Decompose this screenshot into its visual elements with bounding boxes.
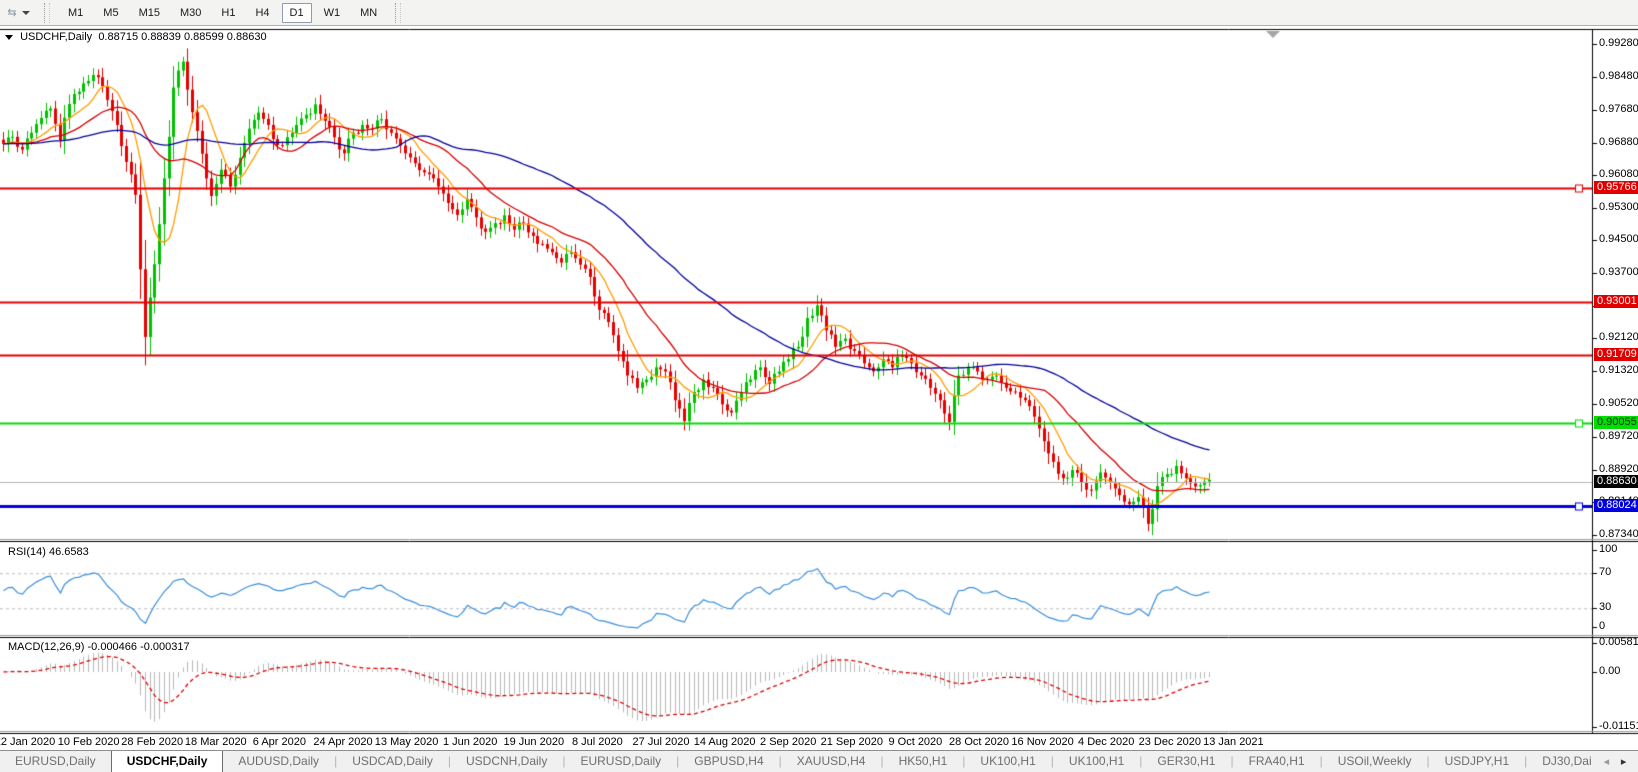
macd-signal-value: -0.000317 [140, 641, 190, 653]
chevron-down-icon[interactable] [22, 11, 30, 15]
tab-item-xauusd-h4[interactable]: XAUUSD,H4 [782, 751, 881, 772]
price-level-badge[interactable]: 0.93001 [1594, 295, 1638, 308]
macd-main-value: -0.000466 [87, 641, 137, 653]
price-tick-label: 0.94500 [1599, 233, 1638, 245]
tab-item-usdcad-daily[interactable]: USDCAD,Daily [337, 751, 448, 772]
timeframe-button-m30[interactable]: M30 [172, 3, 209, 23]
ohlc-open: 0.88715 [98, 31, 138, 43]
ohlc-close: 0.88630 [227, 31, 267, 43]
tab-item-gbpusd-h4[interactable]: GBPUSD,H4 [679, 751, 778, 772]
ohlc-low: 0.88599 [184, 31, 224, 43]
date-label: 6 Apr 2020 [253, 736, 306, 748]
macd-tick-label: 0.00 [1599, 665, 1620, 677]
price-tick-label: 0.96080 [1599, 168, 1638, 180]
tab-scroll-left-icon[interactable]: ◂ [1604, 755, 1610, 768]
rsi-name: RSI(14) [8, 546, 46, 558]
price-tick-label: 0.96880 [1599, 136, 1638, 148]
date-label: 21 Sep 2020 [821, 736, 883, 748]
tab-scroll-controls: ◂ ▸ [1592, 751, 1638, 772]
date-label: 24 Apr 2020 [313, 736, 372, 748]
tab-item-ger30-h1[interactable]: GER30,H1 [1142, 751, 1230, 772]
price-tick-label: 0.87340 [1599, 528, 1638, 540]
date-label: 22 Jan 2020 [0, 736, 55, 748]
chart-title: USDCHF,Daily 0.88715 0.88839 0.88599 0.8… [5, 31, 267, 43]
price-level-badge[interactable]: 0.88024 [1594, 499, 1638, 512]
tab-item-usdjpy-h1[interactable]: USDJPY,H1 [1430, 751, 1524, 772]
timeframe-button-m1[interactable]: M1 [60, 3, 91, 23]
rsi-value: 46.6583 [49, 546, 89, 558]
rsi-indicator-label: RSI(14) 46.6583 [8, 546, 89, 558]
price-tick-label: 0.95300 [1599, 201, 1638, 213]
date-label: 28 Oct 2020 [949, 736, 1009, 748]
price-tick-label: 0.91320 [1599, 364, 1638, 376]
date-label: 23 Dec 2020 [1139, 736, 1201, 748]
tab-item-eurusd-daily[interactable]: EURUSD,Daily [0, 751, 111, 772]
price-tick-label: 0.99280 [1599, 37, 1638, 49]
tab-item-usoil-weekly[interactable]: USOil,Weekly [1323, 751, 1427, 772]
tab-item-uk100-h1[interactable]: UK100,H1 [1054, 751, 1139, 772]
price-level-badge[interactable]: 0.95766 [1594, 181, 1638, 194]
price-tick-label: 0.98480 [1599, 70, 1638, 82]
date-label: 27 Jul 2020 [633, 736, 690, 748]
date-label: 9 Oct 2020 [888, 736, 942, 748]
price-tick-label: 0.97680 [1599, 103, 1638, 115]
chart-menu-triangle-icon[interactable] [5, 35, 13, 40]
date-label: 1 Jun 2020 [443, 736, 497, 748]
date-label: 10 Feb 2020 [58, 736, 120, 748]
date-label: 8 Jul 2020 [572, 736, 623, 748]
current-price-badge: 0.88630 [1594, 475, 1638, 488]
tab-item-usdchf-daily[interactable]: USDCHF,Daily [111, 751, 224, 772]
rsi-tick-label: 100 [1599, 543, 1617, 555]
price-tick-label: 0.92120 [1599, 331, 1638, 343]
price-tick-label: 0.93700 [1599, 266, 1638, 278]
symbol-period-label: USDCHF,Daily [20, 31, 92, 43]
date-label: 13 May 2020 [375, 736, 439, 748]
timeframe-button-h1[interactable]: H1 [213, 3, 243, 23]
timeframe-button-d1[interactable]: D1 [282, 3, 312, 23]
date-label: 19 Jun 2020 [504, 736, 565, 748]
macd-tick-label: 0.005818 [1599, 636, 1638, 648]
tab-item-audusd-daily[interactable]: AUDUSD,Daily [223, 751, 334, 772]
chart-tools-icon[interactable]: ⇆ [4, 6, 20, 20]
rsi-tick-label: 70 [1599, 566, 1611, 578]
chart-tab-bar: EURUSD,DailyUSDCHF,DailyAUDUSD,Daily|USD… [0, 750, 1638, 772]
macd-tick-label: -0.011514 [1599, 720, 1638, 732]
date-label: 13 Jan 2021 [1203, 736, 1264, 748]
toolbar-drag-handle[interactable] [44, 3, 50, 23]
ohlc-high: 0.88839 [141, 31, 181, 43]
timeframe-button-m5[interactable]: M5 [95, 3, 126, 23]
price-tick-label: 0.90520 [1599, 397, 1638, 409]
price-level-badge[interactable]: 0.91709 [1594, 348, 1638, 361]
timeframe-toolbar: ⇆ M1M5M15M30H1H4D1W1MN [0, 0, 1638, 26]
timeframe-button-m15[interactable]: M15 [131, 3, 168, 23]
tab-item-uk100-h1[interactable]: UK100,H1 [965, 751, 1050, 772]
date-label: 16 Nov 2020 [1011, 736, 1073, 748]
price-tick-label: 0.89720 [1599, 430, 1638, 442]
rsi-tick-label: 30 [1599, 601, 1611, 613]
date-label: 4 Dec 2020 [1078, 736, 1134, 748]
tab-item-fra40-h1[interactable]: FRA40,H1 [1234, 751, 1320, 772]
timeframe-button-w1[interactable]: W1 [316, 3, 349, 23]
date-label: 18 Mar 2020 [185, 736, 247, 748]
date-label: 14 Aug 2020 [694, 736, 756, 748]
macd-indicator-label: MACD(12,26,9) -0.000466 -0.000317 [8, 641, 190, 653]
toolbar-drag-handle[interactable] [395, 3, 401, 23]
date-label: 28 Feb 2020 [121, 736, 183, 748]
tab-item-eurusd-daily[interactable]: EURUSD,Daily [565, 751, 676, 772]
date-label: 2 Sep 2020 [760, 736, 816, 748]
tab-item-hk50-h1[interactable]: HK50,H1 [884, 751, 963, 772]
rsi-tick-label: 0 [1599, 620, 1605, 632]
chart-canvas[interactable] [0, 27, 1638, 750]
tab-scroll-right-icon[interactable]: ▸ [1621, 755, 1627, 768]
price-level-badge[interactable]: 0.90055 [1594, 416, 1638, 429]
tab-item-usdcnh-daily[interactable]: USDCNH,Daily [451, 751, 562, 772]
macd-name: MACD(12,26,9) [8, 641, 84, 653]
price-tick-label: 0.88920 [1599, 463, 1638, 475]
timeframe-button-mn[interactable]: MN [352, 3, 385, 23]
timeframe-button-h4[interactable]: H4 [247, 3, 277, 23]
